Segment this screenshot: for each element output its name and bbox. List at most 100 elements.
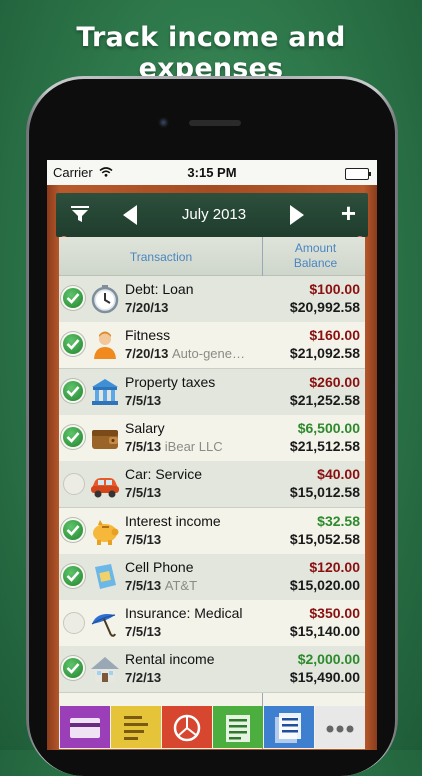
running-balance: $15,490.00 (289, 669, 360, 686)
transaction-date-value: 7/5/13 (125, 624, 162, 640)
transaction-date: 7/20/13 (125, 300, 168, 315)
transaction-row[interactable]: Fitness 7/20/13 Auto-gene… $160.00 $21,092.… (59, 322, 365, 370)
transaction-row[interactable]: Car: Service 7/5/13 $40.00 $15,012.58 (59, 461, 365, 509)
add-transaction-button[interactable]: + (341, 199, 356, 227)
wallet-icon (92, 429, 118, 449)
battery-icon (345, 168, 371, 180)
status-time: 3:15 PM (187, 165, 237, 180)
filter-icon[interactable] (70, 205, 90, 223)
list-tab-icon (275, 713, 301, 743)
transaction-date: 7/5/13 (125, 624, 161, 639)
transaction-amount: $6,500.00 (297, 419, 360, 436)
accounts-tab[interactable] (60, 706, 110, 748)
transaction-payee: AT&T (164, 577, 198, 593)
transaction-amount: $160.00 (309, 327, 360, 344)
transaction-date-value: 7/5/13 (125, 392, 162, 408)
list-tab[interactable] (264, 706, 314, 748)
column-balance: Balance (293, 256, 338, 270)
tab-bar (59, 703, 365, 750)
transaction-date: 7/20/13 Auto-gene… (125, 346, 245, 361)
transaction-name: Property taxes (125, 373, 216, 390)
more-tab[interactable] (315, 706, 365, 748)
budget-tab[interactable] (213, 706, 263, 748)
transaction-date-value: 7/5/13 (125, 438, 162, 454)
column-header: Transaction Amount Balance (59, 237, 365, 276)
cleared-checkmark-icon[interactable] (63, 426, 83, 447)
transaction-date-value: 7/20/13 (125, 346, 169, 362)
running-balance: $21,092.58 (289, 345, 360, 362)
transaction-date-value: 7/2/13 (125, 670, 162, 686)
more-tab-icon (326, 725, 354, 733)
transaction-amount: $2,000.00 (297, 651, 360, 668)
transaction-date: 7/5/13 (125, 485, 161, 500)
transaction-date: 7/5/13 AT&T (125, 578, 197, 593)
cleared-checkmark-icon[interactable] (63, 334, 83, 355)
transaction-row[interactable]: Interest income 7/5/13 $32.58 $15,052.58 (59, 507, 365, 555)
accounts-tab-icon (70, 718, 100, 738)
person-icon (94, 331, 116, 360)
running-balance: $15,052.58 (289, 530, 360, 547)
transaction-date-value: 7/20/13 (125, 300, 169, 315)
transaction-date: 7/5/13 (125, 393, 161, 408)
transaction-name: Rental income (125, 651, 215, 668)
transaction-amount: $100.00 (309, 281, 360, 297)
transaction-row[interactable]: Rental income 7/2/13 $2,000.00 $15,490.00 (59, 646, 365, 694)
app-screen: Carrier 3:15 PM July 2013 + Transaction … (47, 160, 377, 750)
reports-tab[interactable] (162, 706, 212, 748)
transaction-amount: $260.00 (309, 373, 360, 390)
transaction-date-value: 7/5/13 (125, 485, 162, 501)
transaction-row[interactable]: Insurance: Medical 7/5/13 $350.00 $15,140.0… (59, 600, 365, 648)
running-balance: $15,020.00 (289, 576, 360, 593)
transaction-row[interactable]: Property taxes 7/5/13 $260.00 $21,252.58 (59, 368, 365, 416)
umbrella-icon (91, 614, 116, 637)
transaction-amount: $32.58 (317, 512, 360, 529)
column-transaction[interactable]: Transaction (59, 250, 263, 264)
previous-month-icon[interactable] (119, 203, 143, 227)
transaction-date-value: 7/5/13 (125, 531, 162, 547)
transaction-amount: $40.00 (317, 466, 360, 483)
budget-tab-icon (226, 715, 250, 742)
transaction-row[interactable]: Cell Phone 7/5/13 AT&T $120.00 $15,020.00 (59, 553, 365, 601)
promo-headline: Track income and expenses (76, 22, 346, 84)
transaction-name: Fitness (125, 327, 171, 344)
running-balance: $15,140.00 (289, 623, 360, 640)
transaction-name: Insurance: Medical (125, 605, 243, 622)
cleared-checkmark-icon[interactable] (63, 473, 85, 496)
month-title: July 2013 (181, 206, 247, 223)
reports-tab-icon (173, 714, 201, 742)
piggy-bank-icon (93, 519, 119, 545)
transaction-amount: $120.00 (309, 558, 360, 575)
sim-card-icon (95, 563, 116, 589)
transaction-row[interactable]: Salary 7/5/13 iBear LLC $6,500.00 $21,512.5… (59, 414, 365, 462)
running-balance: $20,992.58 (289, 299, 360, 315)
cleared-checkmark-icon[interactable] (63, 519, 83, 540)
cleared-checkmark-icon[interactable] (63, 288, 83, 308)
notes-tab[interactable] (111, 706, 161, 748)
car-icon (91, 478, 119, 498)
running-balance: $15,012.58 (289, 484, 360, 501)
status-bar: Carrier 3:15 PM (47, 160, 377, 185)
transaction-list: Transaction Amount Balance Debt: Loan 7/2… (59, 237, 365, 749)
cleared-checkmark-icon[interactable] (63, 612, 85, 635)
column-amount-balance[interactable]: Amount Balance (266, 241, 365, 271)
cleared-checkmark-icon[interactable] (63, 380, 83, 401)
transaction-name: Interest income (125, 512, 221, 529)
next-month-icon[interactable] (284, 203, 308, 227)
earpiece-speaker (189, 120, 241, 126)
notes-tab-icon (124, 716, 148, 740)
transaction-date: 7/5/13 iBear LLC (125, 439, 223, 454)
wood-frame: July 2013 + Transaction Amount Balance D… (47, 185, 377, 750)
transaction-name: Car: Service (125, 466, 203, 483)
transaction-row[interactable]: Debt: Loan 7/20/13 $100.00 $20,992.58 (59, 276, 365, 323)
clock-icon (91, 285, 119, 314)
house-icon (91, 657, 119, 683)
transaction-date: 7/5/13 (125, 532, 161, 547)
cleared-checkmark-icon[interactable] (63, 658, 83, 679)
transaction-name: Debt: Loan (125, 281, 194, 297)
front-camera (158, 117, 169, 128)
transaction-name: Salary (125, 419, 165, 436)
transaction-date-value: 7/5/13 (125, 577, 162, 593)
transaction-payee: iBear LLC (164, 438, 223, 454)
column-amount: Amount (294, 241, 337, 255)
cleared-checkmark-icon[interactable] (63, 565, 83, 586)
